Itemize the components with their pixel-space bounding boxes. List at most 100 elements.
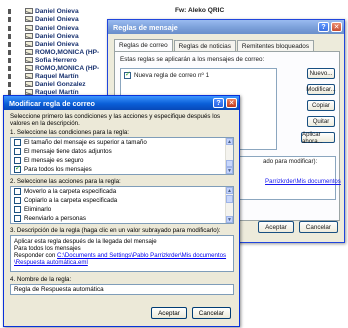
condition-item[interactable]: El tamaño del mensaje es superior a tama… (11, 138, 233, 147)
dialog-footer: Aceptar Cancelar (258, 221, 338, 233)
flag-icon (8, 89, 11, 95)
mail-sender: Daniel Gonzalez (35, 80, 86, 88)
close-icon[interactable]: ✕ (226, 98, 237, 108)
flag-icon (8, 65, 11, 71)
condition-item[interactable]: El mensaje es seguro (11, 156, 233, 165)
flag-icon (8, 16, 11, 22)
rule-item-label: Nueva regla de correo nº 1 (134, 72, 210, 79)
ok-button[interactable]: Aceptar (258, 221, 294, 233)
modify-rule-button[interactable]: Modificar... (306, 84, 336, 95)
copy-rule-button[interactable]: Copiar (307, 100, 335, 111)
mail-sender: Sofia Herrero (35, 56, 77, 64)
conditions-list[interactable]: El tamaño del mensaje es superior a tama… (10, 137, 234, 175)
close-icon[interactable]: ✕ (331, 22, 342, 32)
edit-rule-titlebar[interactable]: Modificar regla de correo ? ✕ (4, 96, 239, 110)
reply-file-link-end[interactable]: \Respuesta automática.eml (14, 259, 88, 266)
mail-row[interactable]: Sofia Herrero (8, 56, 77, 64)
scroll-thumb[interactable] (226, 195, 233, 203)
action-item[interactable]: Reenviarlo a personas (11, 214, 233, 223)
mail-subject[interactable]: Fw: Aleko QRIC (175, 7, 224, 14)
condition-checkbox[interactable] (14, 148, 21, 155)
action-item[interactable]: Eliminarlo (11, 205, 233, 214)
action-label: Reenviarlo a personas (24, 215, 86, 222)
edit-mail-rule-dialog: Modificar regla de correo ? ✕ Seleccione… (3, 95, 240, 327)
mail-sender: Daniel Onieva (35, 15, 79, 23)
tab-blocked-senders[interactable]: Remitentes bloqueados (236, 40, 315, 51)
cancel-button[interactable]: Cancelar (298, 221, 338, 233)
conditions-scrollbar[interactable]: ▲ ▼ (225, 138, 233, 174)
apply-now-button[interactable]: Aplicar ahora... (301, 131, 335, 145)
mail-sender: Raquel Martín (35, 72, 79, 80)
mail-row[interactable]: Daniel Onieva (8, 40, 79, 48)
rule-name-input[interactable] (10, 284, 234, 295)
mail-sender: Daniel Onieva (35, 7, 79, 15)
rule-description-label: ado para modificar): (263, 158, 318, 165)
condition-checkbox[interactable] (14, 157, 21, 164)
mail-row[interactable]: Daniel Onieva (8, 7, 79, 15)
rule-item[interactable]: Nueva regla de correo nº 1 (124, 70, 210, 79)
flag-icon (8, 49, 11, 55)
flag-icon (8, 8, 11, 14)
envelope-icon (25, 57, 33, 63)
reply-file-link[interactable]: C:\Documents and Settings\Pablo Parrizkr… (57, 252, 226, 259)
rule-checkbox[interactable] (124, 70, 131, 79)
scroll-up-icon[interactable]: ▲ (226, 138, 233, 145)
tab-mail-rules[interactable]: Reglas de correo (114, 39, 173, 51)
description-line: Aplicar esta regla después de la llegada… (14, 238, 157, 245)
help-icon[interactable]: ? (318, 22, 329, 32)
condition-label: El mensaje es seguro (24, 157, 84, 164)
message-rules-titlebar[interactable]: Reglas de mensaje ? ✕ (108, 20, 344, 34)
mail-row[interactable]: Raquel Martín (8, 72, 79, 80)
mail-row[interactable]: Daniel Onieva (8, 15, 79, 23)
remove-rule-button[interactable]: Quitar (307, 116, 335, 127)
description-text: Responder con (14, 252, 58, 259)
action-item[interactable]: Copiarlo a la carpeta especificada (11, 196, 233, 205)
scroll-down-icon[interactable]: ▼ (226, 167, 233, 174)
condition-checkbox[interactable] (14, 139, 21, 146)
scroll-down-icon[interactable]: ▼ (226, 216, 233, 223)
action-label: Moverlo a la carpeta especificada (24, 188, 117, 195)
description-label: 3. Descripción de la regla (haga clic en… (10, 227, 221, 234)
help-icon[interactable]: ? (213, 98, 224, 108)
conditions-label: 1. Seleccione las condiciones para la re… (10, 129, 130, 136)
description-line: \Respuesta automática.eml (14, 259, 230, 266)
mail-row[interactable]: Daniel Onieva (8, 32, 79, 40)
envelope-icon (25, 41, 33, 47)
scroll-thumb[interactable] (226, 160, 233, 167)
action-checkbox[interactable] (14, 197, 21, 204)
condition-label: El mensaje tiene datos adjuntos (24, 148, 112, 155)
mail-sender: ROMO,MONICA (HP- (35, 64, 100, 72)
mail-row[interactable]: ROMO,MONICA (HP- (8, 64, 99, 72)
description-line: Para todos los mensajes (14, 245, 81, 252)
actions-scrollbar[interactable]: ▲ ▼ (225, 187, 233, 223)
mail-row[interactable]: ROMO,MONICA (HP- (8, 48, 99, 56)
flag-icon (8, 25, 11, 31)
rule-description-link[interactable]: Parrizkrder\Mis documentos (265, 178, 341, 185)
action-checkbox[interactable] (14, 206, 21, 213)
flag-icon (8, 81, 11, 87)
mail-row[interactable]: Daniel Gonzalez (8, 80, 86, 88)
action-item[interactable]: Moverlo a la carpeta especificada (11, 187, 233, 196)
actions-label: 2. Seleccione las acciones para la regla… (10, 178, 121, 185)
scroll-up-icon[interactable]: ▲ (226, 187, 233, 194)
condition-checkbox[interactable] (14, 164, 21, 173)
condition-item[interactable]: El mensaje tiene datos adjuntos (11, 147, 233, 156)
flag-icon (8, 57, 11, 63)
tab-news-rules[interactable]: Reglas de noticias (173, 40, 236, 51)
flag-icon (8, 41, 11, 47)
condition-item[interactable]: Para todos los mensajes (11, 164, 233, 174)
action-checkbox[interactable] (14, 188, 21, 195)
mail-sender: ROMO,MONICA (HP- (35, 48, 100, 56)
actions-list[interactable]: Moverlo a la carpeta especificada Copiar… (10, 186, 234, 224)
ok-button[interactable]: Aceptar (151, 307, 187, 319)
envelope-icon (25, 65, 33, 71)
envelope-icon (25, 8, 33, 14)
new-rule-button[interactable]: Nuevo... (307, 68, 335, 79)
mail-row[interactable]: Daniel Onieva (8, 24, 79, 32)
action-checkbox[interactable] (14, 215, 21, 222)
cancel-button[interactable]: Cancelar (191, 307, 231, 319)
envelope-icon (25, 81, 33, 87)
dialog-body: Seleccione primero las condiciones y las… (4, 110, 239, 326)
rule-description-box: Aplicar esta regla después de la llegada… (10, 235, 234, 272)
action-label: Copiarlo a la carpeta especificada (24, 197, 118, 204)
